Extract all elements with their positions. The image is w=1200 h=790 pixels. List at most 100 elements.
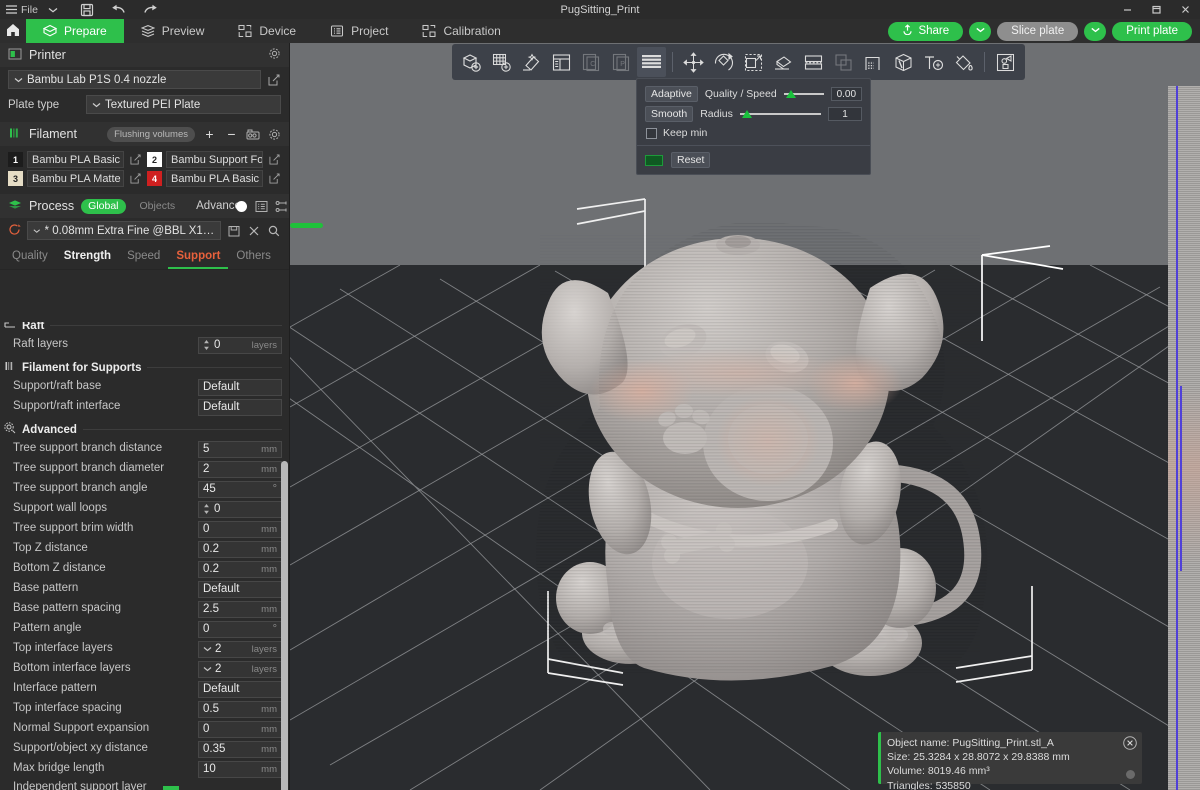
sidebar-scrollbar-thumb[interactable] — [281, 461, 288, 790]
filament-swatch-1[interactable]: 1 — [8, 152, 23, 167]
layout-icon[interactable] — [547, 47, 576, 77]
variable-layer-height-icon[interactable] — [637, 47, 666, 77]
support-painting-icon[interactable] — [859, 47, 888, 77]
keep-min-checkbox[interactable] — [646, 127, 657, 139]
edit-filament-1-icon[interactable] — [128, 154, 142, 165]
param-input[interactable]: 0 — [198, 500, 282, 518]
spinner-icon[interactable] — [203, 339, 210, 351]
move-icon[interactable] — [679, 47, 708, 77]
assembly-view-icon[interactable] — [991, 47, 1020, 77]
tab-strength[interactable]: Strength — [56, 247, 119, 269]
param-input[interactable]: 2 layers — [198, 660, 282, 678]
seam-painting-icon[interactable] — [889, 47, 918, 77]
param-input[interactable]: 0 ° — [198, 620, 282, 638]
param-input[interactable]: 0 mm — [198, 720, 282, 738]
param-input[interactable]: 5 mm — [198, 440, 282, 458]
chevron-down-icon[interactable] — [203, 663, 212, 675]
parameter-list-icon[interactable] — [255, 200, 268, 213]
filament-slot-4[interactable]: 4 Bambu PLA Basic — [147, 170, 281, 187]
search-preset-icon[interactable] — [267, 225, 281, 237]
tab-support[interactable]: Support — [168, 247, 229, 269]
object-info-close-button[interactable] — [1123, 736, 1137, 750]
param-input[interactable]: Default — [198, 398, 282, 416]
print-plate-button[interactable]: Print plate — [1112, 21, 1192, 41]
tab-quality[interactable]: Quality — [4, 247, 56, 269]
tab-project[interactable]: Project — [313, 19, 405, 43]
tab-prepare[interactable]: Prepare — [26, 19, 124, 43]
add-object-icon[interactable] — [457, 47, 486, 77]
adaptive-button[interactable]: Adaptive — [645, 86, 698, 102]
edit-filament-4-icon[interactable] — [267, 173, 281, 184]
slice-plate-dropdown-button[interactable] — [969, 21, 992, 41]
param-input[interactable]: 0.2 mm — [198, 540, 282, 558]
tab-speed[interactable]: Speed — [119, 247, 168, 269]
rotate-icon[interactable] — [709, 47, 738, 77]
spinner-icon[interactable] — [203, 503, 210, 515]
filament-name-4[interactable]: Bambu PLA Basic — [166, 170, 263, 187]
scope-global-chip[interactable]: Global — [81, 198, 126, 214]
filament-name-2[interactable]: Bambu Support For P... — [166, 151, 263, 168]
strip-indicator-line-secondary[interactable] — [1180, 386, 1182, 571]
param-input[interactable]: 2 mm — [198, 460, 282, 478]
cut-icon[interactable] — [799, 47, 828, 77]
independent-support-layer-height-checkbox[interactable] — [163, 786, 179, 790]
filament-swatch-4[interactable]: 4 — [147, 171, 162, 186]
tab-calibration[interactable]: Calibration — [405, 19, 517, 43]
paste-icon[interactable]: P — [607, 47, 636, 77]
redo-button[interactable] — [143, 4, 158, 16]
filament-name-1[interactable]: Bambu PLA Basic — [27, 151, 124, 168]
reset-button[interactable]: Reset — [671, 152, 711, 168]
edit-printer-icon[interactable] — [267, 74, 281, 86]
param-input[interactable]: Default — [198, 680, 282, 698]
edit-filament-3-icon[interactable] — [128, 173, 142, 184]
tab-device[interactable]: Device — [221, 19, 313, 43]
mesh-boolean-icon[interactable] — [829, 47, 858, 77]
undo-button[interactable] — [111, 4, 126, 16]
param-input[interactable]: 0.35 mm — [198, 740, 282, 758]
flushing-volumes-button[interactable]: Flushing volumes — [107, 126, 195, 142]
close-button[interactable] — [1171, 0, 1200, 19]
param-input[interactable]: Default — [198, 580, 282, 598]
filament-ams-icon[interactable] — [246, 128, 260, 141]
maximize-button[interactable] — [1142, 0, 1171, 19]
filament-swatch-3[interactable]: 3 — [8, 171, 23, 186]
slider-knob[interactable] — [741, 110, 752, 118]
color-painting-icon[interactable] — [949, 47, 978, 77]
save-preset-icon[interactable] — [227, 225, 241, 237]
param-input[interactable]: 0.5 mm — [198, 700, 282, 718]
strip-indicator-line[interactable] — [1176, 86, 1178, 790]
chevron-down-icon[interactable] — [203, 643, 212, 655]
add-filament-button[interactable]: + — [202, 126, 217, 142]
param-input[interactable]: 0.2 mm — [198, 560, 282, 578]
process-preset-select[interactable]: * 0.08mm Extra Fine @BBL X1C - Copy — [27, 221, 221, 240]
save-button[interactable] — [80, 3, 94, 17]
home-button[interactable] — [0, 19, 26, 43]
parameter-list[interactable]: Raft Raft layers 0 layers Filament for S… — [0, 322, 289, 790]
printer-model-select[interactable]: Bambu Lab P1S 0.4 nozzle — [8, 70, 261, 89]
3d-viewport[interactable]: C P Adaptive Quality / Speed 0.00 Smooth… — [290, 43, 1200, 790]
copy-icon[interactable]: C — [577, 47, 606, 77]
radius-slider[interactable] — [739, 107, 821, 121]
plate-type-select[interactable]: Textured PEI Plate — [86, 95, 281, 114]
param-input[interactable]: Default — [198, 378, 282, 396]
filament-slot-3[interactable]: 3 Bambu PLA Matte — [8, 170, 142, 187]
filament-settings-gear-icon[interactable] — [267, 128, 281, 141]
filament-swatch-2[interactable]: 2 — [147, 152, 162, 167]
menu-chevron-button[interactable] — [47, 6, 59, 14]
param-input[interactable]: 0 layers — [198, 336, 282, 354]
printer-settings-gear-icon[interactable] — [268, 47, 281, 63]
text-emboss-icon[interactable] — [919, 47, 948, 77]
place-on-face-icon[interactable] — [769, 47, 798, 77]
file-menu-button[interactable]: File — [5, 4, 38, 16]
auto-arrange-icon[interactable] — [517, 47, 546, 77]
radius-value[interactable]: 1 — [828, 107, 862, 121]
filament-name-3[interactable]: Bambu PLA Matte — [27, 170, 124, 187]
tab-preview[interactable]: Preview — [124, 19, 222, 43]
add-plate-icon[interactable] — [487, 47, 516, 77]
delete-preset-icon[interactable] — [247, 225, 261, 237]
object-info-expand-button[interactable] — [1126, 770, 1135, 779]
tab-others[interactable]: Others — [228, 247, 279, 269]
quality-speed-value[interactable]: 0.00 — [830, 87, 862, 101]
layer-preview-strip[interactable] — [1168, 86, 1200, 790]
param-input[interactable]: 2 layers — [198, 640, 282, 658]
